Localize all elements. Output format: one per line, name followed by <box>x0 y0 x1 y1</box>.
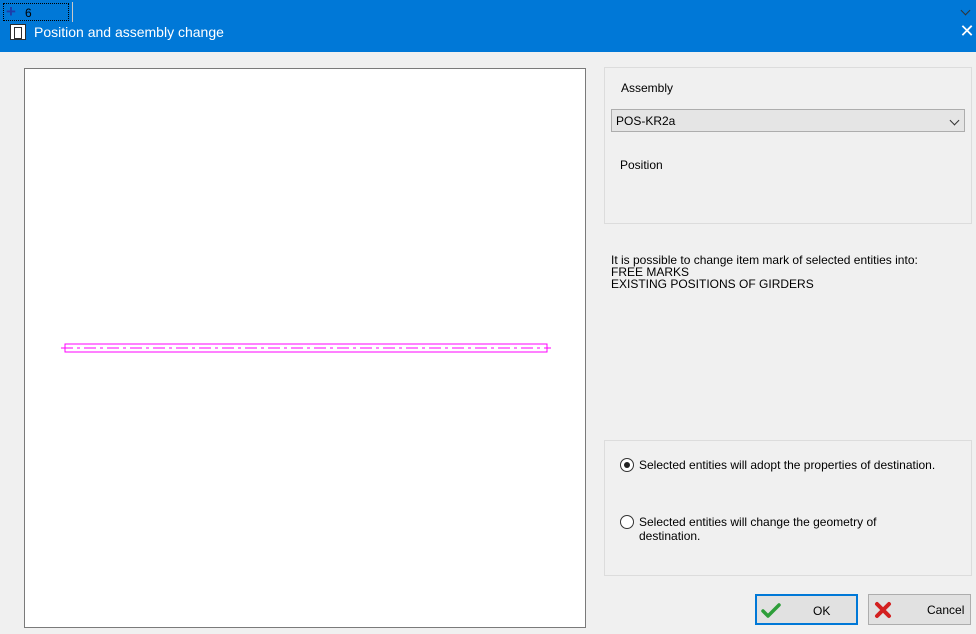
preview-canvas <box>24 68 586 628</box>
change-geometry-option[interactable]: Selected entities will change the geomet… <box>620 514 960 548</box>
ok-button[interactable]: OK <box>755 594 858 625</box>
plus-icon: + <box>6 2 16 21</box>
position-label: Position <box>620 158 663 172</box>
change-geometry-radio[interactable] <box>620 515 634 529</box>
window-title: Position and assembly change <box>34 24 224 40</box>
info-text: It is possible to change item mark of se… <box>611 254 973 290</box>
info-line: EXISTING POSITIONS OF GIRDERS <box>611 277 814 291</box>
close-icon[interactable]: ✕ <box>958 20 976 42</box>
adopt-properties-option[interactable]: Selected entities will adopt the propert… <box>620 457 960 491</box>
cancel-button[interactable]: Cancel <box>868 594 971 625</box>
change-geometry-label[interactable]: Selected entities will change the geomet… <box>639 515 939 543</box>
chevron-down-icon <box>949 115 960 126</box>
adopt-properties-radio[interactable] <box>620 458 634 472</box>
app-icon <box>10 24 26 40</box>
cancel-x-icon <box>875 602 891 618</box>
assembly-value: POS-KR2a <box>616 114 676 128</box>
checkmark-icon <box>761 603 781 618</box>
cancel-label: Cancel <box>927 603 965 617</box>
assembly-select[interactable]: POS-KR2a <box>611 109 965 132</box>
assembly-label: Assembly <box>621 81 674 95</box>
position-value: 6 <box>25 6 32 20</box>
title-bar: Position and assembly change ✕ <box>0 0 976 52</box>
adopt-properties-label[interactable]: Selected entities will adopt the propert… <box>639 458 939 472</box>
beam-preview <box>61 343 551 353</box>
ok-label: OK <box>813 604 831 618</box>
dropdown-separator <box>72 2 73 22</box>
